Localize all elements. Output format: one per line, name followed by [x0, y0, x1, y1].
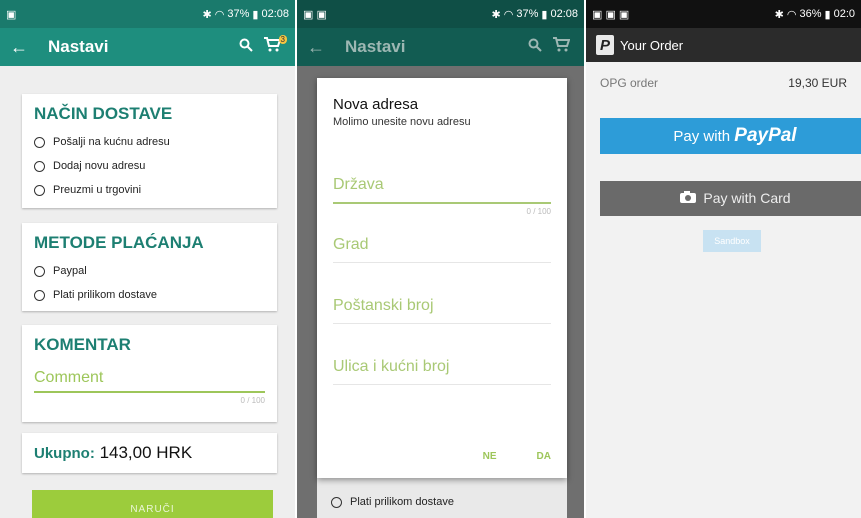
background-option: Plati prilikom dostave [317, 478, 567, 518]
comment-input[interactable]: Comment [34, 363, 265, 393]
paypal-brand: PayPal [734, 125, 797, 146]
status-bar: ▣ ✱ ◠ 37% ▮ 02:08 [0, 0, 295, 28]
page-title: Nastavi [345, 37, 406, 56]
cart-badge: 3 [278, 35, 287, 44]
total-value: 143,00 HRK [99, 443, 193, 462]
radio-cash-on-delivery[interactable]: Plati prilikom dostave [34, 283, 265, 307]
total-label: Ukupno: [34, 445, 95, 462]
wifi-icon: ◠ [786, 8, 797, 21]
back-arrow-icon[interactable]: ← [307, 37, 337, 58]
dialog-subtitle: Molimo unesite novu adresu [333, 116, 471, 128]
wifi-icon: ◠ [503, 8, 514, 21]
order-amount: 19,30 EUR [788, 76, 847, 90]
clock: 02:08 [550, 8, 578, 20]
search-icon[interactable] [522, 38, 548, 57]
wifi-icon: ◠ [214, 8, 225, 21]
page-title: Nastavi [48, 37, 109, 56]
battery-percent: 37% [227, 8, 250, 20]
delivery-title: NAČIN DOSTAVE [34, 104, 173, 123]
delivery-card: NAČIN DOSTAVE Pošalji na kućnu adresu Do… [22, 94, 277, 208]
postal-code-field[interactable]: Poštanski broj [333, 297, 551, 324]
radio-paypal[interactable]: Paypal [34, 259, 265, 283]
clock: 02:08 [261, 8, 289, 20]
confirm-button[interactable]: DA [537, 451, 551, 462]
back-arrow-icon[interactable]: ← [10, 37, 40, 58]
cart-icon[interactable] [548, 37, 574, 57]
order-row: OPG order 19,30 EUR [586, 76, 861, 90]
bluetooth-icon: ✱ [774, 8, 784, 21]
status-bar: ▣ ▣ ▣ ✱ ◠ 36% ▮ 02:0 [586, 0, 861, 28]
sandbox-badge: Sandbox [703, 230, 761, 252]
app-bar: ← Nastavi [297, 28, 584, 66]
radio-pickup[interactable]: Preuzmi u trgovini [34, 178, 265, 202]
dialog-actions: NE DA [483, 451, 551, 462]
radio-icon [331, 496, 342, 508]
radio-icon[interactable] [34, 184, 45, 196]
comment-title: KOMENTAR [34, 335, 131, 354]
country-counter: 0 / 100 [526, 207, 551, 216]
radio-icon[interactable] [34, 160, 45, 172]
radio-icon[interactable] [34, 265, 45, 277]
order-label: OPG order [600, 76, 659, 90]
app-bar: ← Nastavi 3 [0, 28, 295, 66]
checkout-screen: ▣ ✱ ◠ 37% ▮ 02:08 ← Nastavi 3 NAČIN DOST… [0, 0, 295, 518]
battery-icon: ▮ [824, 8, 831, 21]
comment-counter: 0 / 100 [240, 396, 265, 405]
new-address-screen: ▣ ▣ ✱ ◠ 37% ▮ 02:08 ← Nastavi Plati pril… [297, 0, 584, 518]
notification-icon: ▣ ▣ ▣ [592, 8, 630, 21]
bluetooth-icon: ✱ [202, 8, 212, 21]
clock: 02:0 [833, 8, 855, 20]
total-card: Ukupno: 143,00 HRK [22, 433, 277, 473]
comment-card: KOMENTAR Comment 0 / 100 [22, 325, 277, 422]
order-button[interactable]: NARUČI [32, 490, 273, 518]
battery-icon: ▮ [541, 8, 548, 21]
battery-percent: 37% [516, 8, 539, 20]
city-field[interactable]: Grad [333, 236, 551, 263]
radio-new-address[interactable]: Dodaj novu adresu [34, 154, 265, 178]
pay-with-paypal-button[interactable]: Pay with PayPal [600, 118, 861, 154]
new-address-dialog: Nova adresa Molimo unesite novu adresu D… [317, 78, 567, 478]
search-icon[interactable] [233, 38, 259, 57]
cancel-button[interactable]: NE [483, 451, 497, 462]
radio-icon[interactable] [34, 136, 45, 148]
radio-icon[interactable] [34, 289, 45, 301]
order-header: P Your Order [586, 28, 861, 62]
paypal-logo-icon: P [596, 35, 614, 55]
order-header-title: Your Order [620, 37, 684, 53]
street-field[interactable]: Ulica i kućni broj [333, 358, 551, 385]
pay-with-card-button[interactable]: Pay with Card [600, 181, 861, 216]
camera-icon [679, 182, 697, 217]
status-bar: ▣ ▣ ✱ ◠ 37% ▮ 02:08 [297, 0, 584, 28]
payment-title: METODE PLAĆANJA [34, 233, 204, 252]
cart-icon[interactable]: 3 [259, 35, 287, 57]
paypal-screen: ▣ ▣ ▣ ✱ ◠ 36% ▮ 02:0 P Your Order OPG or… [586, 0, 861, 518]
radio-cash-on-delivery: Plati prilikom dostave [317, 478, 567, 518]
notification-icon: ▣ ▣ [303, 8, 327, 21]
dialog-title: Nova adresa [333, 96, 419, 113]
notification-icon: ▣ [6, 8, 17, 21]
radio-home-address[interactable]: Pošalji na kućnu adresu [34, 130, 265, 154]
battery-percent: 36% [799, 8, 822, 20]
bluetooth-icon: ✱ [491, 8, 501, 21]
payment-card: METODE PLAĆANJA Paypal Plati prilikom do… [22, 223, 277, 311]
country-field[interactable]: Država [333, 176, 551, 204]
battery-icon: ▮ [252, 8, 259, 21]
